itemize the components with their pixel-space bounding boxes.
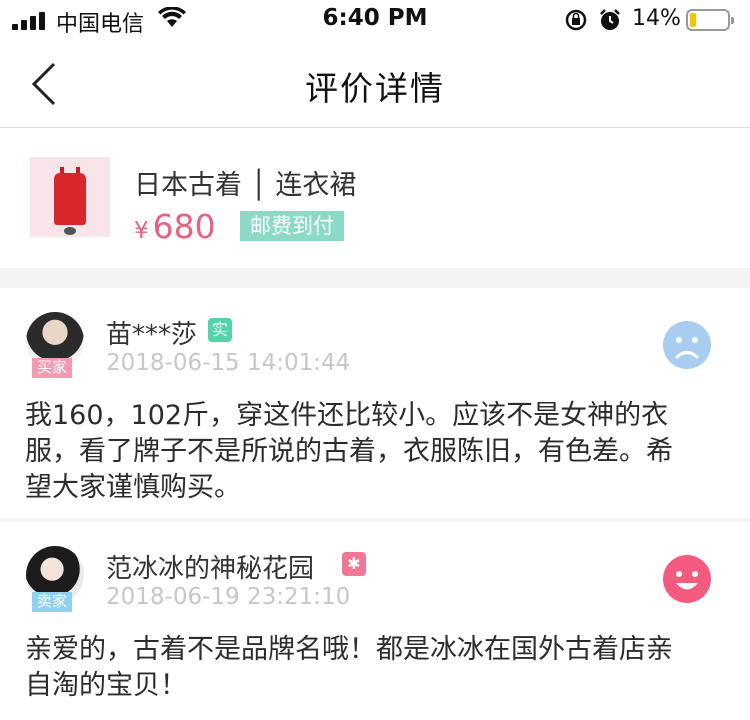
- verified-badge: 实: [208, 318, 232, 342]
- status-bar: 中国电信 6:40 PM 14%: [0, 0, 750, 40]
- seller-badge: 卖家: [32, 592, 73, 612]
- review-item: 卖家 范冰冰的神秘花园 ✱ 2018-06-19 23:21:10 亲爱的，古着…: [0, 522, 750, 720]
- happy-face-icon: [662, 554, 712, 608]
- navigation-bar: 评价详情: [0, 40, 750, 128]
- alarm-icon: [598, 8, 622, 36]
- product-card[interactable]: 日本古着 │ 连衣裙 ¥680 邮费到付: [0, 129, 750, 268]
- reviewer-name[interactable]: 苗***莎: [106, 314, 197, 351]
- section-divider: [0, 268, 750, 288]
- review-text: 亲爱的，古着不是品牌名哦！都是冰冰在国外古着店亲 自淘的宝贝！: [25, 634, 673, 701]
- buyer-badge: 买家: [32, 358, 73, 378]
- sad-face-icon: [662, 320, 712, 374]
- dress-image: [54, 173, 86, 225]
- review-text: 我160，102斤，穿这件还比较小。应该不是女神的衣 服，看了牌子不是所说的古着…: [25, 400, 673, 503]
- battery-icon: [686, 9, 734, 31]
- product-price: ¥680: [134, 207, 216, 246]
- rotation-lock-icon: [564, 8, 588, 36]
- product-thumbnail[interactable]: [30, 157, 110, 237]
- reviewer-name[interactable]: 范冰冰的神秘花园: [106, 548, 314, 585]
- product-title: 日本古着 │ 连衣裙: [134, 170, 357, 201]
- review-date: 2018-06-19 23:21:10: [106, 584, 351, 610]
- star-badge-icon: ✱: [342, 552, 366, 576]
- review-date: 2018-06-15 14:01:44: [106, 350, 351, 376]
- shipping-badge: 邮费到付: [240, 211, 344, 241]
- page-title: 评价详情: [305, 69, 445, 108]
- currency-symbol: ¥: [134, 218, 149, 244]
- price-value: 680: [152, 207, 216, 246]
- review-item: 买家 苗***莎 实 2018-06-15 14:01:44 我160，102斤…: [0, 288, 750, 518]
- battery-percentage: 14%: [632, 6, 681, 31]
